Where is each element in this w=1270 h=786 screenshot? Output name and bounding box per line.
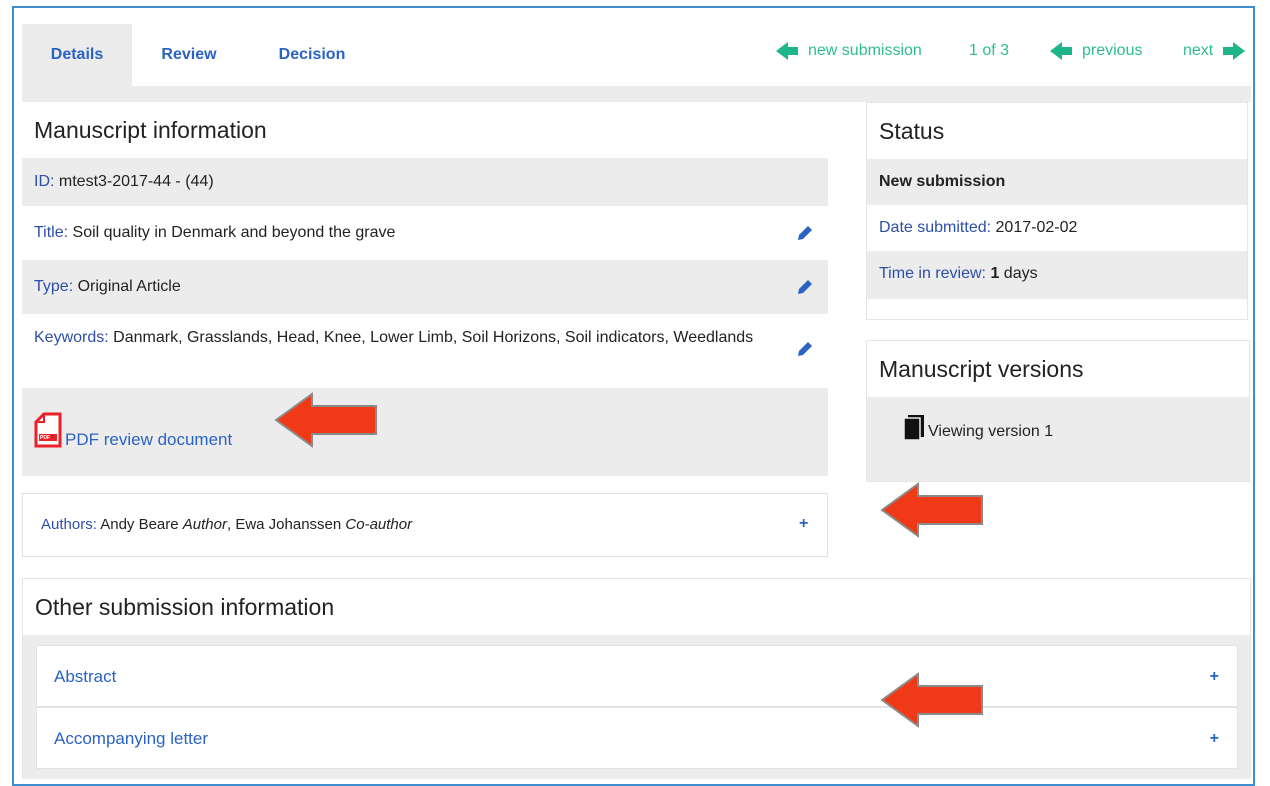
other-info-title: Other submission information [35, 594, 335, 620]
edit-pencil-icon[interactable] [796, 278, 814, 296]
manuscript-info-panel: Manuscript information ID: mtest3-2017-4… [22, 102, 828, 476]
id-value: mtest3-2017-44 - (44) [58, 173, 214, 190]
keywords-row: Keywords: Danmark, Grasslands, Head, Kne… [22, 314, 828, 388]
other-info-panel: Other submission information Abstract + … [22, 578, 1251, 779]
new-submission-link[interactable]: new submission [776, 42, 922, 60]
date-submitted-label: Date submitted: [879, 219, 992, 236]
submission-counter: 1 of 3 [969, 42, 1010, 59]
versions-panel: Manuscript versions Viewing version 1 [866, 340, 1250, 482]
pdf-row: PDF PDF review document [22, 388, 828, 476]
next-link[interactable]: next [1183, 42, 1246, 60]
tab-bar: Details Review Decision new submission 1… [22, 24, 1251, 102]
title-label: Title: [34, 224, 69, 241]
title-row: Title: Soil quality in Denmark and beyon… [22, 206, 828, 260]
previous-link[interactable]: previous [1050, 42, 1142, 60]
authors-panel[interactable]: Authors: Andy Beare Author, Ewa Johansse… [22, 493, 828, 557]
tab-details[interactable]: Details [22, 24, 132, 86]
viewing-version-link[interactable]: Viewing version 1 [928, 423, 1053, 441]
tab-decision[interactable]: Decision [262, 24, 362, 86]
type-value: Original Article [77, 278, 181, 295]
arrow-left-icon [776, 42, 798, 60]
id-row: ID: mtest3-2017-44 - (44) [22, 158, 828, 206]
type-row: Type: Original Article [22, 260, 828, 314]
time-in-review-row: Time in review: 1 days [867, 251, 1247, 299]
authors-expand-button[interactable]: + [799, 515, 808, 533]
title-value: Soil quality in Denmark and beyond the g… [72, 224, 396, 241]
annotation-arrow-icon [274, 392, 377, 448]
tab-strip: Details Review Decision new submission 1… [22, 24, 1251, 86]
accompanying-letter-accordion[interactable]: Accompanying letter + [36, 707, 1238, 769]
arrow-left-icon [1050, 42, 1072, 60]
status-state: New submission [867, 159, 1247, 205]
edit-pencil-icon[interactable] [796, 224, 814, 242]
author1-role: Author [182, 516, 227, 533]
authors-label: Authors: [41, 516, 97, 533]
other-info-body: Abstract + Accompanying letter + [23, 635, 1250, 779]
type-label: Type: [34, 278, 74, 295]
time-in-review-value: 1 [990, 265, 1000, 282]
annotation-arrow-icon [880, 672, 983, 728]
annotation-arrow-icon [880, 482, 983, 538]
abstract-expand-icon[interactable]: + [1210, 646, 1219, 708]
new-submission-label: new submission [808, 42, 922, 59]
versions-title: Manuscript versions [879, 356, 1084, 382]
author2-role: Co-author [345, 516, 413, 533]
author-separator: , [226, 516, 232, 533]
author2-name: Ewa Johanssen [235, 516, 342, 533]
pdf-review-link[interactable]: PDF review document [65, 430, 232, 450]
version-row: Viewing version 1 [867, 397, 1249, 481]
manuscript-info-title: Manuscript information [34, 117, 267, 143]
pdf-file-icon: PDF [34, 412, 62, 448]
next-label: next [1183, 42, 1214, 59]
abstract-accordion[interactable]: Abstract + [36, 645, 1238, 707]
arrow-right-icon [1223, 42, 1246, 60]
accompanying-letter-expand-icon[interactable]: + [1210, 708, 1219, 770]
status-panel: Status New submission Date submitted: 20… [866, 102, 1248, 320]
previous-label: previous [1082, 42, 1143, 59]
date-submitted-value: 2017-02-02 [995, 219, 1078, 236]
id-label: ID: [34, 173, 55, 190]
pdf-icon-text: PDF [40, 435, 50, 441]
accompanying-letter-label: Accompanying letter [54, 729, 209, 748]
authors-row: Authors: Andy Beare Author, Ewa Johansse… [41, 516, 412, 533]
edit-pencil-icon[interactable] [796, 340, 814, 358]
tab-review[interactable]: Review [146, 24, 232, 86]
status-title: Status [879, 118, 945, 144]
abstract-label: Abstract [54, 667, 117, 686]
keywords-label: Keywords: [34, 329, 109, 346]
documents-icon [903, 415, 924, 441]
time-in-review-label: Time in review: [879, 265, 986, 282]
keywords-value: Danmark, Grasslands, Head, Knee, Lower L… [113, 329, 754, 346]
date-submitted-row: Date submitted: 2017-02-02 [867, 205, 1247, 251]
author1-name: Andy Beare [100, 516, 179, 533]
time-in-review-unit: days [1003, 265, 1038, 282]
